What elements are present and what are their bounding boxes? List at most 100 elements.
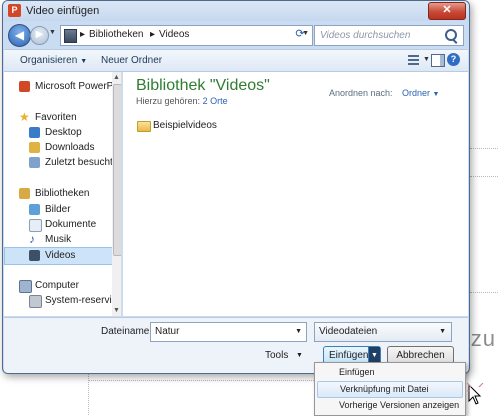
new-folder-button[interactable]: Neuer Ordner [101,55,162,66]
nav-item-favorites[interactable]: ★ Favoriten [4,110,111,126]
back-button[interactable]: ◀ [8,24,31,47]
search-placeholder: Videos durchsuchen [320,30,411,41]
drive-icon [29,295,42,308]
recent-places-icon [29,157,40,168]
powerpoint-icon [19,81,30,92]
window-title: Video einfügen [26,5,100,17]
nav-item-label: Bibliotheken [35,188,90,199]
nav-item-computer[interactable]: Computer [4,278,111,294]
powerpoint-app-icon: P [8,4,21,17]
recent-pages-dropdown[interactable]: ▼ [49,29,56,36]
nav-item-libraries[interactable]: Bibliotheken [4,186,111,202]
mouse-cursor-icon [466,383,484,405]
music-icon: ♪ [29,232,35,246]
nav-item-label: Downloads [45,142,95,153]
address-bar[interactable]: ▸ Bibliotheken ▸ Videos ▼ [60,25,313,46]
view-dropdown[interactable]: ▼ [423,56,430,63]
library-includes: Hierzu gehören: 2 Orte [136,96,228,106]
library-title: Bibliothek "Videos" [136,77,270,94]
menu-item-previous-versions[interactable]: Vorherige Versionen anzeigen [317,398,461,413]
nav-scrollbar[interactable]: ▲ ▼ [112,72,121,316]
arrange-by-dropdown[interactable]: Ordner ▼ [402,88,439,98]
nav-item-label: Computer [35,280,79,291]
desktop-icon [29,127,40,138]
organize-label: Organisieren [20,55,78,66]
pictures-icon [29,204,40,215]
nav-item-label: System-reserviert [45,295,122,306]
command-bar: Organisieren ▼ Neuer Ordner ▼ ? [4,49,468,72]
scrollbar-thumb[interactable] [113,84,121,256]
arrange-by-value: Ordner [402,88,431,98]
filename-input[interactable]: Natur ▼ [150,322,307,342]
filename-value: Natur [155,326,180,337]
nav-item-recent[interactable]: Zuletzt besucht [4,155,113,171]
breadcrumb-separator[interactable]: ▸ [150,29,155,40]
nav-item-music[interactable]: ♪ Musik [4,232,111,248]
menu-item-label: Verknüpfung mit Datei [340,384,429,394]
background-guide-line [470,292,498,293]
downloads-icon [29,142,40,153]
insert-options-menu: Einfügen Verknüpfung mit Datei Vorherige… [314,362,466,416]
computer-icon [19,280,32,293]
tools-button[interactable]: Tools [265,350,288,361]
breadcrumb-separator[interactable]: ▸ [80,29,85,40]
folder-icon [137,121,151,132]
nav-item-powerpoint[interactable]: Microsoft PowerPo [4,79,119,95]
navigation-pane: Microsoft PowerPo ★ Favoriten Desktop Do… [4,72,122,316]
breadcrumb-videos[interactable]: Videos [159,29,189,40]
scroll-up-icon[interactable]: ▲ [113,74,120,81]
background-guide-line [88,372,89,415]
file-list: Bibliothek "Videos" Hierzu gehören: 2 Or… [123,72,468,316]
title-bar[interactable]: P Video einfügen ✕ [3,1,469,21]
change-view-icon[interactable] [408,54,419,65]
search-input[interactable]: Videos durchsuchen [314,25,464,46]
scroll-down-icon[interactable]: ▼ [113,307,120,314]
nav-item-pictures[interactable]: Bilder [4,202,111,218]
nav-item-label: Microsoft PowerPo [35,81,119,92]
nav-item-videos[interactable]: Videos [4,247,113,265]
locations-link[interactable]: 2 Orte [203,96,228,106]
nav-item-downloads[interactable]: Downloads [4,140,111,156]
background-guide-line [470,176,498,177]
insert-label: Einfügen [329,350,369,361]
tools-dropdown-icon[interactable]: ▼ [296,352,303,359]
background-guide-line [470,148,498,149]
star-icon: ★ [19,110,30,124]
videos-icon [29,250,40,261]
libraries-icon [19,188,30,199]
nav-item-label: Musik [45,234,72,245]
chevron-down-icon: ▼ [439,328,446,335]
nav-item-documents[interactable]: Dokumente [4,217,111,233]
nav-item-label: Favoriten [35,112,77,123]
nav-item-desktop[interactable]: Desktop [4,125,111,141]
menu-item-label: Einfügen [339,367,375,377]
refresh-button[interactable]: ⟳ [291,25,309,44]
documents-icon [29,219,42,232]
background-guide-line [88,380,314,381]
chevron-down-icon: ▼ [432,91,440,98]
close-button[interactable]: ✕ [428,2,466,20]
folder-name: Beispielvideos [153,120,217,131]
search-icon[interactable] [445,29,457,41]
filetype-value: Videodateien [319,326,378,337]
address-row: ◀ ▶ ▼ ▸ Bibliotheken ▸ Videos ▼ ⟳ Videos… [3,23,469,47]
forward-button[interactable]: ▶ [30,26,49,45]
chevron-down-icon: ▼ [80,58,88,65]
organize-button[interactable]: Organisieren ▼ [20,55,87,66]
nav-item-system-reserved[interactable]: System-reserviert [4,293,121,309]
filename-dropdown[interactable]: ▼ [295,328,302,335]
menu-item-insert[interactable]: Einfügen [317,365,461,380]
insert-video-dialog: P Video einfügen ✕ ◀ ▶ ▼ ▸ Bibliotheken … [2,0,470,374]
library-icon [64,29,77,43]
filetype-select[interactable]: Videodateien ▼ [314,322,452,342]
includes-label: Hierzu gehören: [136,96,201,106]
help-icon[interactable]: ? [447,53,460,66]
preview-pane-icon[interactable] [431,54,445,67]
menu-item-label: Vorherige Versionen anzeigen [339,400,460,410]
breadcrumb-libraries[interactable]: Bibliotheken [89,29,143,40]
filename-label: Dateiname: [101,326,153,337]
menu-item-link-to-file[interactable]: Verknüpfung mit Datei [317,381,463,398]
nav-item-label: Zuletzt besucht [45,157,113,168]
nav-item-label: Bilder [45,204,71,215]
nav-item-label: Videos [45,250,76,261]
